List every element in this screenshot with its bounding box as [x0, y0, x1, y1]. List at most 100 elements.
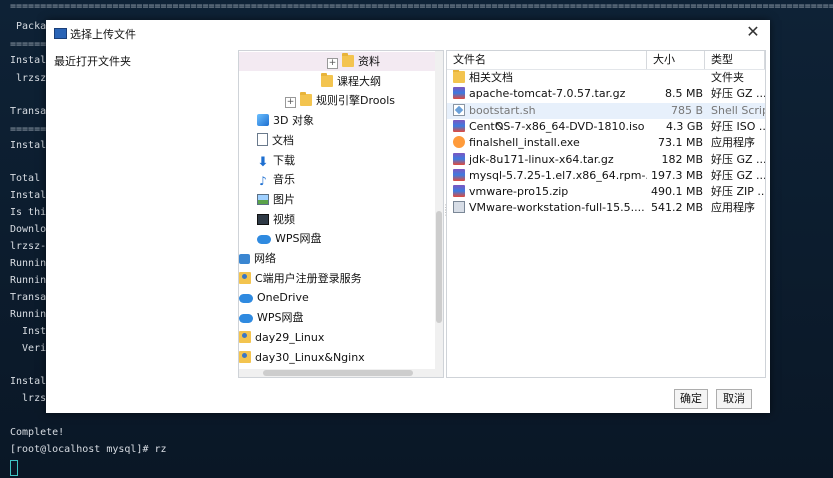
tree-item-label: OneDrive — [257, 291, 309, 305]
cloud-icon — [257, 235, 271, 245]
tree-item-label: 3D 对象 — [273, 114, 314, 128]
file-row[interactable]: 相关文档 文件夹 — [447, 70, 765, 86]
close-button[interactable]: ✕ — [744, 23, 762, 41]
tree-item-label: WPS网盘 — [275, 232, 322, 246]
column-header-type[interactable]: 类型 — [705, 51, 765, 69]
picture-icon — [257, 193, 269, 205]
expand-toggle-icon[interactable]: + — [327, 58, 338, 69]
tree-item[interactable]: day29_Linux — [239, 328, 324, 347]
folder-icon — [300, 92, 312, 107]
terminal-line: Instal — [10, 140, 47, 151]
tree-item-label: 网络 — [254, 252, 276, 265]
file-size: 785 B — [670, 103, 703, 117]
terminal-line: Is thi — [10, 207, 47, 218]
file-type: 应用程序 — [711, 201, 755, 215]
terminal-line: Total — [10, 173, 41, 184]
ok-button[interactable]: 确定 — [674, 389, 708, 409]
archive-file-icon — [453, 87, 465, 100]
file-name: jdk-8u171-linux-x64.tar.gz — [453, 152, 647, 168]
tree-item[interactable]: C端用户注册登录服务 — [239, 269, 362, 288]
terminal-line: Runnin — [10, 309, 47, 320]
file-type: 文件夹 — [711, 71, 744, 84]
file-type: 好压 ISO ... — [711, 119, 766, 133]
tree-item[interactable]: WPS网盘 — [257, 229, 322, 248]
file-type: 好压 GZ ... — [711, 87, 766, 101]
tree-item-label: 视频 — [273, 212, 295, 226]
terminal-line: Downlo — [10, 224, 47, 235]
window-icon — [54, 28, 67, 39]
column-header-name[interactable]: 文件名 — [447, 51, 647, 69]
tree-item-label: 图片 — [273, 192, 295, 206]
file-size: 4.3 GB — [665, 119, 703, 133]
file-type: Shell Scrip — [711, 103, 766, 117]
terminal-line: [root@localhost mysql]# rz — [10, 444, 167, 455]
file-row[interactable]: apache-tomcat-7.0.57.tar.gz 8.5 MB 好压 GZ .… — [447, 86, 765, 102]
folder-file-icon — [453, 70, 465, 83]
file-type: 好压 ZIP ... — [711, 185, 766, 199]
tree-item[interactable]: 文档 — [257, 131, 294, 150]
file-name: finalshell_install.exe — [453, 135, 647, 151]
file-size: 197.3 MB — [650, 168, 703, 182]
exe-file-icon — [453, 136, 465, 149]
archive-file-icon — [453, 152, 465, 165]
file-name: CentOS-7-x86_64-DVD-1810.iso — [453, 119, 647, 135]
file-row[interactable]: bootstart.sh 785 B Shell Scrip — [447, 102, 766, 119]
terminal-line: Inst — [10, 326, 47, 337]
file-type: 好压 GZ ... — [711, 168, 766, 182]
file-type: 好压 GZ ... — [711, 152, 766, 166]
cloud-icon — [239, 314, 253, 324]
terminal-line: Transa — [10, 106, 47, 117]
cloud-icon — [239, 294, 253, 304]
person-folder-icon — [239, 271, 251, 284]
tree-item[interactable]: 网络 — [239, 249, 276, 268]
file-row[interactable]: jdk-8u171-linux-x64.tar.gz 182 MB 好压 GZ ..… — [447, 152, 765, 168]
tree-item[interactable]: WPS网盘 — [239, 308, 304, 327]
tree-item[interactable]: ♪ 音乐 — [257, 170, 295, 189]
file-row[interactable]: VMware-workstation-full-15.5.... 541.2 MB… — [447, 200, 765, 216]
doc-icon — [257, 132, 268, 146]
tree-horizontal-scrollbar[interactable] — [239, 369, 443, 377]
tree-item-label: C端用户注册登录服务 — [255, 271, 362, 285]
archive-file-icon — [453, 168, 465, 181]
column-header-size[interactable]: 大小 — [647, 51, 705, 69]
tree-item[interactable]: ⬇ 下载 — [257, 151, 295, 170]
terminal-line: Packa — [10, 21, 47, 32]
terminal-line: Instal — [10, 55, 47, 66]
person-folder-icon — [239, 350, 251, 363]
tree-item[interactable]: 图片 — [257, 190, 295, 209]
tree-item[interactable]: + 资料 — [239, 52, 443, 71]
recent-folders-label[interactable]: 最近打开文件夹 — [54, 53, 131, 69]
network-icon — [239, 254, 250, 264]
terminal-line: Complete! — [10, 427, 65, 438]
terminal-cursor — [10, 460, 18, 476]
tree-item[interactable]: OneDrive — [239, 288, 309, 307]
mouse-cursor-icon: ↖ — [494, 119, 505, 134]
file-name: 相关文档 — [453, 70, 647, 86]
tree-item-label: day29_Linux — [255, 330, 325, 344]
file-size: 541.2 MB — [650, 201, 703, 215]
terminal-line: Runnin — [10, 275, 47, 286]
file-name: bootstart.sh — [453, 103, 647, 119]
dialog-title: 选择上传文件 — [70, 28, 136, 41]
file-row[interactable]: finalshell_install.exe 73.1 MB 应用程序 — [447, 135, 765, 151]
terminal-line: Runnin — [10, 258, 47, 269]
tree-item-label: 文档 — [272, 133, 294, 147]
file-name: VMware-workstation-full-15.5.... — [453, 200, 647, 216]
file-row[interactable]: vmware-pro15.zip 490.1 MB 好压 ZIP ... — [447, 184, 765, 200]
terminal-line: lrzs — [10, 393, 47, 404]
expand-toggle-icon[interactable]: + — [285, 97, 296, 109]
tree-item[interactable]: 视频 — [257, 210, 295, 229]
tree-item[interactable]: + 规则引擎Drools — [285, 91, 395, 110]
file-type: 应用程序 — [711, 136, 755, 150]
file-row[interactable]: mysql-5.7.25-1.el7.x86_64.rpm-... 197.3 M… — [447, 168, 765, 184]
terminal-line: ========================================… — [10, 1, 833, 12]
folder-icon — [321, 72, 333, 87]
terminal-line: lrzsz- — [10, 241, 47, 252]
archive-file-icon — [453, 185, 465, 198]
tree-item[interactable]: 3D 对象 — [257, 111, 314, 130]
tree-item[interactable]: 课程大纲 — [321, 72, 381, 91]
archive-file-icon — [453, 119, 465, 132]
music-icon: ♪ — [259, 174, 267, 189]
cancel-button[interactable]: 取消 — [716, 389, 752, 409]
tree-item[interactable]: day30_Linux&Nginx — [239, 348, 365, 367]
